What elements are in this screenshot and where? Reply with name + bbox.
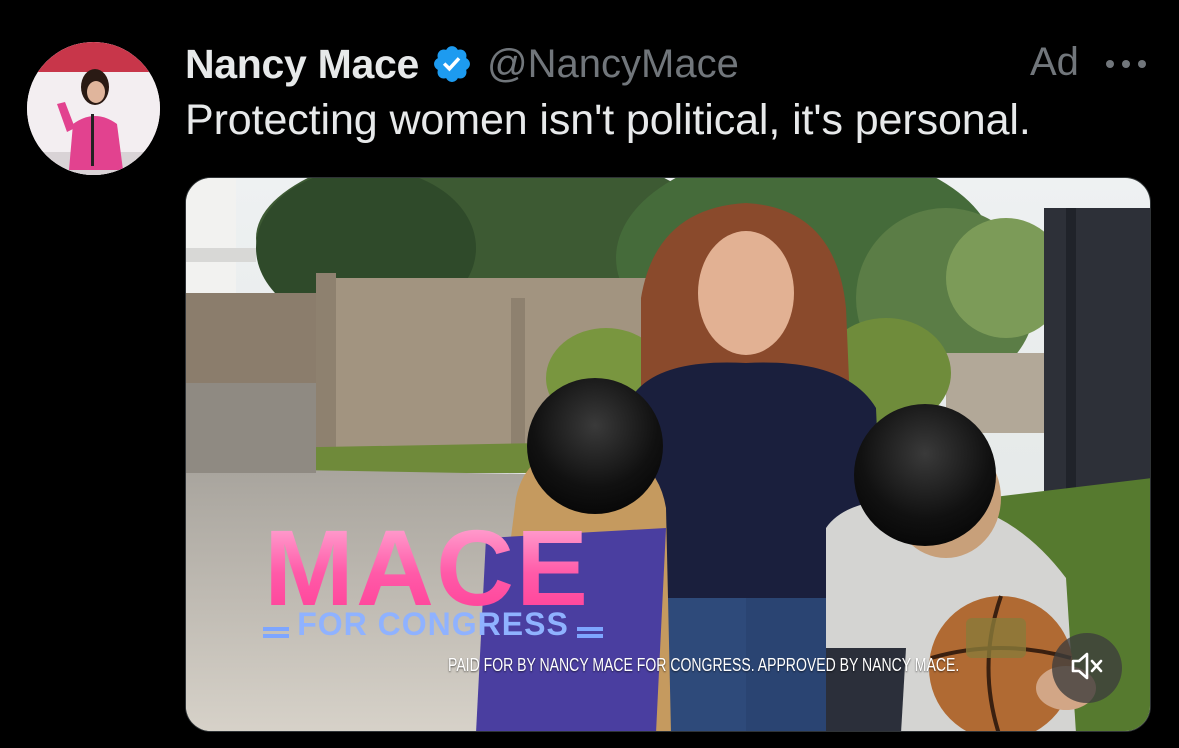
ad-post[interactable]: Nancy Mace @NancyMace Ad Protecting wome… bbox=[0, 0, 1179, 748]
avatar[interactable] bbox=[27, 42, 160, 175]
more-horizontal-icon[interactable] bbox=[1104, 50, 1148, 78]
author-name[interactable]: Nancy Mace bbox=[185, 41, 419, 88]
face-blur-left bbox=[527, 378, 663, 514]
paid-for-disclaimer: PAID FOR BY NANCY MACE FOR CONGRESS. APP… bbox=[448, 655, 960, 675]
unmute-button[interactable] bbox=[1052, 633, 1122, 703]
avatar-image bbox=[27, 42, 160, 175]
volume-muted-icon bbox=[1070, 651, 1104, 686]
campaign-logo-subtitle: FOR CONGRESS bbox=[248, 606, 618, 647]
logo-divider bbox=[576, 626, 603, 638]
verified-badge-icon bbox=[431, 43, 473, 85]
post-text: Protecting women isn't political, it's p… bbox=[185, 96, 1031, 144]
video-frame bbox=[186, 178, 1150, 731]
video-player[interactable]: MACE FOR CONGRESS PAID FOR BY NANCY MACE… bbox=[185, 177, 1151, 732]
face-blur-right bbox=[854, 404, 996, 546]
post-header: Nancy Mace @NancyMace bbox=[185, 38, 739, 90]
author-handle[interactable]: @NancyMace bbox=[487, 42, 739, 87]
logo-divider bbox=[263, 626, 290, 638]
campaign-subtitle-text: FOR CONGRESS bbox=[297, 606, 569, 642]
ad-label: Ad bbox=[1030, 40, 1079, 84]
